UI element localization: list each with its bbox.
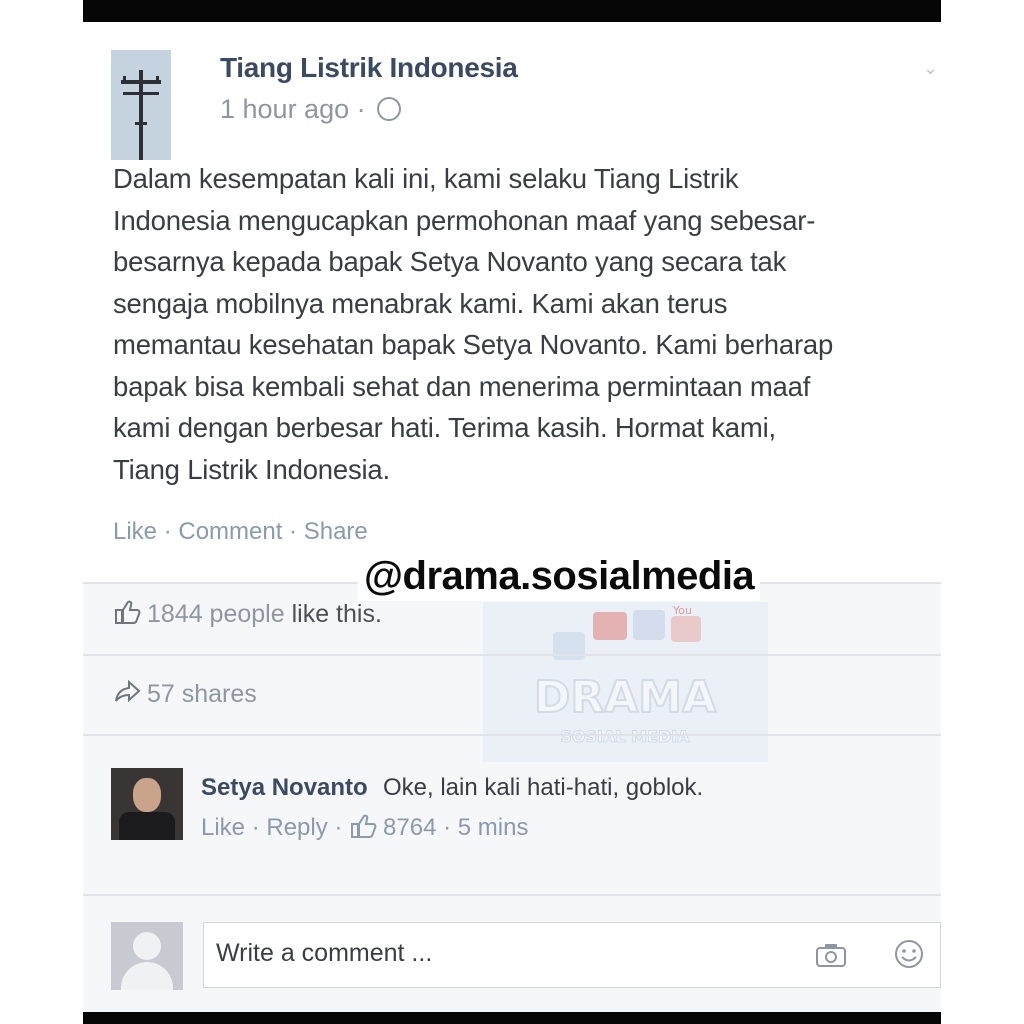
post-body-line: memantau kesehatan bapak Setya Novanto. … xyxy=(113,329,834,360)
page-avatar[interactable] xyxy=(111,50,171,160)
post-body-line: bapak bisa kembali sehat dan menerima pe… xyxy=(113,370,811,402)
post-timestamp[interactable]: 1 hour ago xyxy=(220,94,349,124)
thumbs-up-icon xyxy=(351,814,377,838)
share-arrow-icon xyxy=(115,680,141,703)
action-separator: · xyxy=(282,518,304,545)
action-separator: · xyxy=(436,814,458,841)
post-body: Dalam kesempatan kali ini, kami selaku T… xyxy=(113,158,943,490)
globe-icon[interactable] xyxy=(377,96,402,121)
top-black-bar xyxy=(83,0,941,22)
divider xyxy=(83,654,941,656)
power-pole-icon xyxy=(111,50,171,160)
likes-suffix: like this. xyxy=(291,600,382,628)
shares-summary[interactable]: 57 shares xyxy=(113,680,257,709)
comment-link[interactable]: Comment xyxy=(178,518,282,545)
post-body-line: kami dengan berbesar hati. Terima kasih.… xyxy=(113,412,776,443)
chevron-down-icon[interactable]: ⌄ xyxy=(923,58,938,79)
post-body-line: besarnya kepada bapak Setya Novanto yang… xyxy=(113,246,787,277)
meta-separator: · xyxy=(356,94,366,124)
watermark-logo-subtext: SOSIAL MEDIA xyxy=(560,727,690,746)
bottom-black-bar xyxy=(83,1012,941,1024)
smiley-icon[interactable] xyxy=(894,939,924,969)
comment-text: Oke, lain kali hati-hati, goblok. xyxy=(383,774,704,801)
drama-watermark-logo: You DRAMA SOSIAL MEDIA xyxy=(483,602,768,762)
divider xyxy=(83,894,941,896)
page-name-link[interactable]: Tiang Listrik Indonesia xyxy=(220,52,518,84)
post-body-line: Dalam kesempatan kali ini, kami selaku T… xyxy=(113,163,739,194)
comment-author-link[interactable]: Setya Novanto xyxy=(201,774,368,802)
watermark-handle: @drama.sosialmedia xyxy=(358,552,761,601)
like-link[interactable]: Like xyxy=(113,518,157,545)
watermark-logo-text: DRAMA xyxy=(534,672,716,723)
commenter-avatar[interactable] xyxy=(111,768,183,840)
post-body-line: sengaja mobilnya menabrak kami. Kami aka… xyxy=(113,287,728,319)
post-body-line: Tiang Listrik Indonesia. xyxy=(113,453,390,485)
likes-summary[interactable]: 1844 people like this. xyxy=(113,600,382,629)
action-separator: · xyxy=(157,518,179,545)
facebook-post-card: Tiang Listrik Indonesia 1 hour ago · ⌄ D… xyxy=(83,22,941,1012)
comment-item: Setya Novanto Oke, lain kali hati-hati, … xyxy=(111,768,931,858)
action-separator: · xyxy=(245,814,267,841)
thumbs-up-icon xyxy=(115,601,141,625)
post-actions: Like · Comment · Share xyxy=(113,518,368,546)
comment-input-placeholder: Write a comment ... xyxy=(216,939,433,967)
comment-reply-link[interactable]: Reply xyxy=(266,814,327,841)
default-avatar xyxy=(111,922,183,990)
avatar-face xyxy=(133,778,161,812)
comment-composer: Write a comment ... xyxy=(111,922,941,992)
comment-actions: Like · Reply · 8764 · 5 mins xyxy=(201,814,528,843)
camera-icon[interactable] xyxy=(816,943,846,967)
action-separator: · xyxy=(327,814,350,841)
comment-input[interactable]: Write a comment ... xyxy=(203,922,941,988)
comment-likes-count[interactable]: 8764 xyxy=(383,814,436,841)
likes-count[interactable]: 1844 people xyxy=(147,600,285,628)
shares-count[interactable]: 57 shares xyxy=(147,680,257,708)
divider xyxy=(83,734,941,736)
post-meta: 1 hour ago · xyxy=(220,94,402,125)
avatar-head xyxy=(133,932,161,960)
comment-time[interactable]: 5 mins xyxy=(458,814,529,841)
avatar-suit xyxy=(119,812,175,840)
post-body-line: Indonesia mengucapkan permohonan maaf ya… xyxy=(113,204,816,236)
comment-like-link[interactable]: Like xyxy=(201,814,245,841)
avatar-body xyxy=(121,962,173,990)
post-section: Tiang Listrik Indonesia 1 hour ago · ⌄ D… xyxy=(83,22,941,582)
share-link[interactable]: Share xyxy=(304,518,368,545)
watermark-badge: You xyxy=(672,604,692,617)
